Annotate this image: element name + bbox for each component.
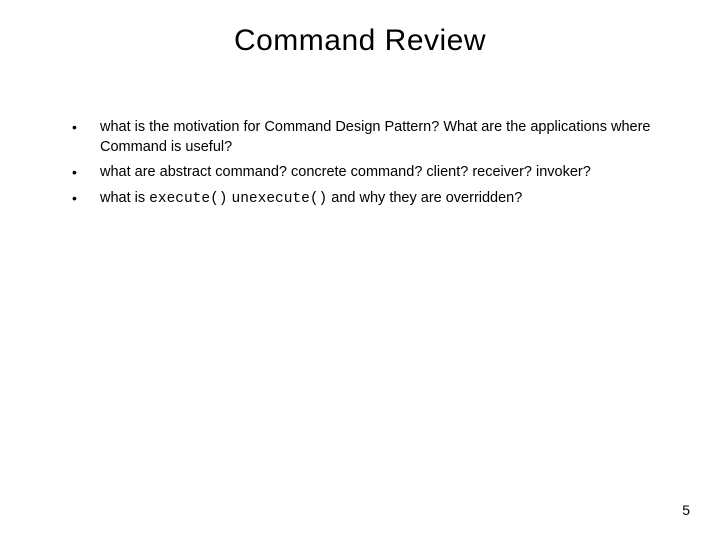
code-unexecute: unexecute(): [232, 191, 328, 207]
bullet-text: what are abstract command? concrete comm…: [100, 164, 591, 180]
slide: Command Review what is the motivation fo…: [0, 0, 720, 540]
bullet-item: what are abstract command? concrete comm…: [60, 163, 660, 183]
bullet-text-suffix: and why they are overridden?: [327, 190, 522, 206]
slide-title: Command Review: [0, 0, 720, 58]
slide-content: what is the motivation for Command Desig…: [0, 58, 720, 209]
bullet-item: what is the motivation for Command Desig…: [60, 118, 660, 157]
bullet-text-prefix: what is: [100, 190, 149, 206]
bullet-item: what is execute() unexecute() and why th…: [60, 189, 660, 210]
page-number: 5: [682, 502, 690, 518]
bullet-text: what is the motivation for Command Desig…: [100, 119, 650, 155]
code-execute: execute(): [149, 191, 227, 207]
bullet-list: what is the motivation for Command Desig…: [60, 118, 660, 209]
